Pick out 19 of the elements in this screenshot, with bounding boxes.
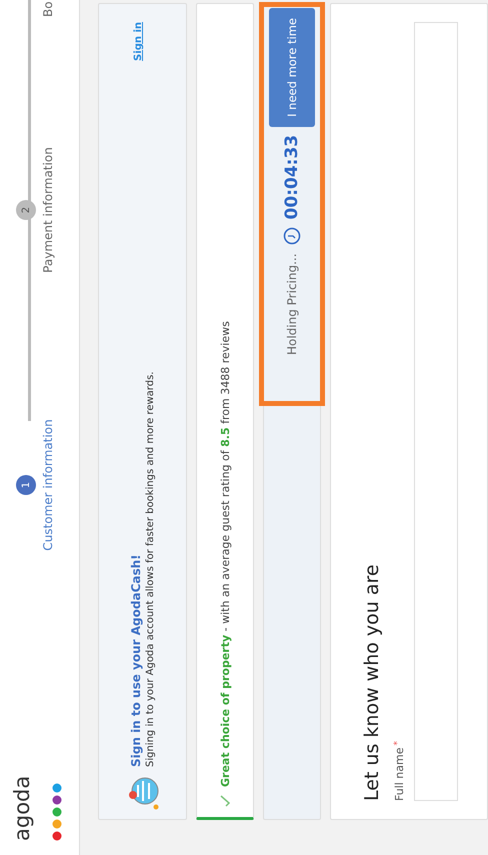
- more-time-button[interactable]: I need more time: [269, 8, 315, 127]
- clock-icon: [283, 227, 301, 246]
- logo-text: agoda: [12, 774, 33, 841]
- countdown-timer: 00:04:33: [282, 134, 302, 220]
- step-number: 2: [16, 200, 36, 220]
- step-label[interactable]: Payment information: [41, 147, 55, 273]
- field-label: Full name *: [393, 740, 406, 801]
- full-name-field[interactable]: [414, 22, 458, 801]
- signin-link[interactable]: Sign in: [133, 22, 144, 61]
- step-number: 1: [16, 475, 36, 495]
- form-title: Let us know who you are: [361, 563, 383, 801]
- holding-label: Holding Pricing...: [285, 253, 299, 356]
- rating-text: Great choice of property - with an average guest rating of 8.5 from 3488 reviews: [218, 321, 232, 787]
- logo-dots-icon: [52, 783, 62, 841]
- check-icon: [219, 795, 231, 807]
- signin-title: Sign in to use your AgodaCash!: [129, 553, 143, 767]
- step-label[interactable]: Customer information: [41, 419, 55, 551]
- signin-description: Signing in to your Agoda account allows for faster bookings and more rewards.: [145, 370, 156, 767]
- step-label[interactable]: Bo: [41, 1, 55, 17]
